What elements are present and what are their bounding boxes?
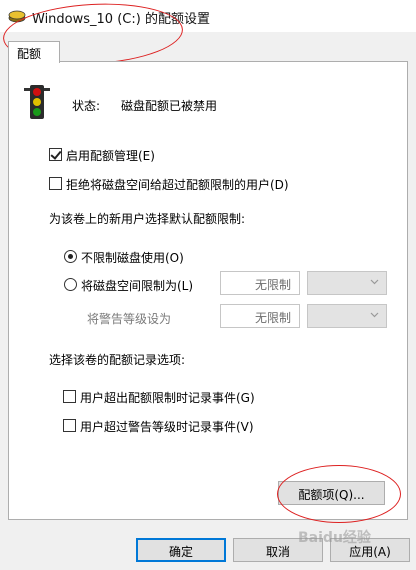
log-over-limit-label[interactable]: 用户超出配额限制时记录事件(G) <box>80 389 255 406</box>
limit-to-unit-select[interactable] <box>307 271 387 295</box>
warning-level-input[interactable]: 无限制 <box>220 304 300 328</box>
cancel-button[interactable]: 取消 <box>233 538 323 562</box>
log-over-limit-checkbox[interactable] <box>63 390 76 403</box>
warning-level-unit-select[interactable] <box>307 304 387 328</box>
ok-button[interactable]: 确定 <box>136 538 226 562</box>
limit-to-input[interactable]: 无限制 <box>220 271 300 295</box>
tab-quota[interactable]: 配额 <box>8 41 60 63</box>
no-limit-label[interactable]: 不限制磁盘使用(O) <box>81 249 184 266</box>
chevron-down-icon <box>370 312 379 318</box>
status-value: 磁盘配额已被禁用 <box>121 99 218 113</box>
limit-to-label[interactable]: 将磁盘空间限制为(L) <box>81 277 193 294</box>
quota-entries-button[interactable]: 配额项(Q)... <box>278 481 385 505</box>
traffic-light-icon <box>24 85 50 119</box>
enable-quota-checkbox[interactable] <box>49 148 62 161</box>
apply-button[interactable]: 应用(A) <box>330 538 410 562</box>
title-bar: Windows_10 (C:) 的配额设置 <box>0 0 416 32</box>
window-title: Windows_10 (C:) 的配额设置 <box>32 12 210 27</box>
enable-quota-label[interactable]: 启用配额管理(E) <box>66 147 155 164</box>
deny-space-checkbox[interactable] <box>49 177 62 190</box>
log-over-warning-checkbox[interactable] <box>63 419 76 432</box>
deny-space-label[interactable]: 拒绝将磁盘空间给超过配额限制的用户(D) <box>66 176 289 193</box>
warning-level-label: 将警告等级设为 <box>87 312 172 326</box>
drive-icon <box>8 10 26 23</box>
log-over-warning-label[interactable]: 用户超过警告等级时记录事件(V) <box>80 418 254 435</box>
default-limit-heading: 为该卷上的新用户选择默认配额限制: <box>49 212 246 226</box>
logging-heading: 选择该卷的配额记录选项: <box>49 353 186 367</box>
chevron-down-icon <box>370 279 379 285</box>
limit-to-radio[interactable] <box>64 278 77 291</box>
status-label: 状态: <box>72 99 101 113</box>
quota-panel: 状态: 磁盘配额已被禁用 启用配额管理(E) 拒绝将磁盘空间给超过配额限制的用户… <box>8 61 408 520</box>
no-limit-radio[interactable] <box>64 250 77 263</box>
tab-strip: 配额 <box>0 32 416 63</box>
